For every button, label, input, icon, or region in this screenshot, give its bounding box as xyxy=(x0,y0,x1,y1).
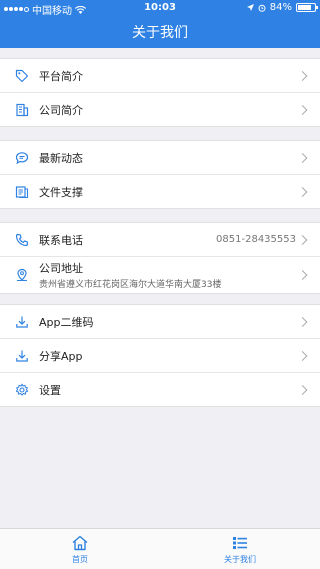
chevron-right-icon xyxy=(297,70,308,81)
document-icon xyxy=(15,185,29,199)
location-icon xyxy=(15,268,29,282)
menu-group-app: App二维码 分享App 设置 xyxy=(0,304,320,407)
tab-label: 首页 xyxy=(72,554,88,564)
menu-item-latest-news[interactable]: 最新动态 xyxy=(0,141,320,175)
battery-percent: 84% xyxy=(269,2,292,13)
chevron-right-icon xyxy=(297,316,308,327)
address-text: 贵州省遵义市红花岗区海尔大道华南大厦33楼 xyxy=(39,280,222,290)
menu-item-label: 平台简介 xyxy=(39,69,83,83)
chevron-right-icon xyxy=(297,104,308,115)
tag-icon xyxy=(15,69,29,83)
download-icon xyxy=(15,349,29,363)
menu-item-platform-intro[interactable]: 平台简介 xyxy=(0,59,320,93)
page-title: 关于我们 xyxy=(132,25,188,41)
alarm-icon xyxy=(258,4,266,12)
address-block: 公司地址 贵州省遵义市红花岗区海尔大道华南大厦33楼 xyxy=(39,260,221,290)
menu-item-share-app[interactable]: 分享App xyxy=(0,339,320,373)
menu-item-label: 联系电话 xyxy=(39,233,83,247)
menu-item-settings[interactable]: 设置 xyxy=(0,373,320,406)
chevron-right-icon xyxy=(297,384,308,395)
nav-bar: 关于我们 xyxy=(0,18,320,48)
chevron-right-icon xyxy=(297,186,308,197)
menu-item-label: 最新动态 xyxy=(39,151,83,165)
download-icon xyxy=(15,315,29,329)
menu-item-label: 分享App xyxy=(39,349,83,363)
chevron-right-icon xyxy=(297,350,308,361)
menu-item-label: 公司地址 xyxy=(39,262,83,275)
phone-icon xyxy=(15,233,29,247)
phone-number: 0851-28435553 xyxy=(216,234,296,245)
menu-list: 平台简介 公司简介 最新动态 文件支撑 联系电话 0851-28435553 公… xyxy=(0,48,320,407)
menu-item-address[interactable]: 公司地址 贵州省遵义市红花岗区海尔大道华南大厦33楼 xyxy=(0,257,320,293)
chevron-right-icon xyxy=(297,234,308,245)
menu-item-label: App二维码 xyxy=(39,315,94,329)
tab-about-us[interactable]: 关于我们 xyxy=(160,529,320,569)
menu-item-label: 设置 xyxy=(39,383,61,397)
chat-icon xyxy=(15,151,29,165)
tab-label: 关于我们 xyxy=(224,554,256,564)
list-icon xyxy=(233,536,247,549)
chevron-right-icon xyxy=(297,152,308,163)
tab-bar: 首页 关于我们 xyxy=(0,528,320,569)
menu-item-label: 公司简介 xyxy=(39,103,83,117)
menu-item-label: 文件支撑 xyxy=(39,185,83,199)
battery-icon xyxy=(296,3,318,12)
menu-item-app-qrcode[interactable]: App二维码 xyxy=(0,305,320,339)
location-arrow-icon xyxy=(246,4,254,11)
menu-group-news: 最新动态 文件支撑 xyxy=(0,140,320,209)
status-right: 84% xyxy=(246,2,318,13)
menu-item-phone[interactable]: 联系电话 0851-28435553 xyxy=(0,223,320,257)
menu-group-contact: 联系电话 0851-28435553 公司地址 贵州省遵义市红花岗区海尔大道华南… xyxy=(0,222,320,294)
gear-icon xyxy=(15,383,29,397)
menu-item-company-intro[interactable]: 公司简介 xyxy=(0,93,320,126)
status-bar: 中国移动 10:03 84% xyxy=(0,0,320,18)
tab-home[interactable]: 首页 xyxy=(0,529,160,569)
building-icon xyxy=(15,103,29,117)
chevron-right-icon xyxy=(297,270,308,280)
menu-item-file-support[interactable]: 文件支撑 xyxy=(0,175,320,208)
menu-group-intro: 平台简介 公司简介 xyxy=(0,58,320,127)
home-icon xyxy=(72,535,88,550)
